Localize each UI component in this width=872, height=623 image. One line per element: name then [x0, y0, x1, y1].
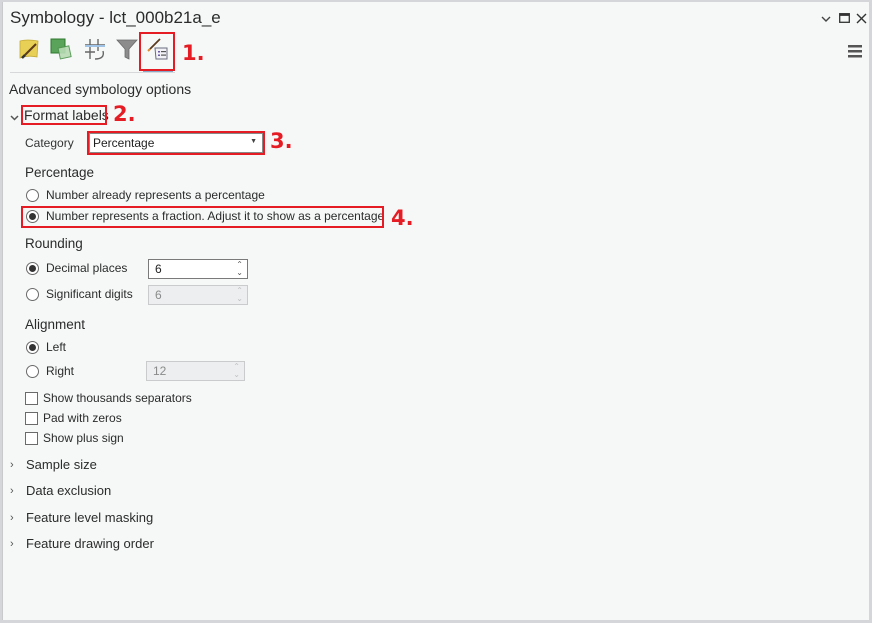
alignment-option-left[interactable]: Left — [26, 340, 66, 354]
callout-number-2: 2. — [113, 102, 136, 126]
callout-number-1: 1. — [182, 41, 205, 65]
section-label: Data exclusion — [26, 483, 112, 498]
chevron-right-icon: › — [10, 537, 14, 550]
radio-left[interactable] — [26, 340, 39, 354]
radio-right[interactable] — [26, 364, 39, 378]
callout-number-4: 4. — [391, 206, 414, 230]
right-alignment-width-input: 12 ⌃ ⌄ — [146, 361, 245, 381]
symbol-layer-drawing-tab[interactable] — [82, 36, 108, 62]
section-label: Sample size — [26, 457, 97, 472]
chevron-right-icon: › — [10, 511, 14, 524]
option-label: Right — [46, 364, 75, 378]
pane-title: Symbology - lct_000b21a_e — [10, 8, 221, 27]
checkbox[interactable] — [25, 411, 38, 425]
section-label: Feature drawing order — [26, 536, 154, 551]
callout-box-1 — [139, 32, 175, 71]
checkbox-label: Show plus sign — [43, 431, 124, 445]
spin-arrows-icon: ⌃ ⌄ — [233, 362, 240, 379]
alignment-option-right[interactable]: Right — [26, 364, 74, 378]
checkbox-label: Show thousands separators — [43, 391, 192, 405]
spin-value: 12 — [153, 364, 167, 378]
chevron-right-icon: › — [10, 458, 14, 471]
alignment-heading: Alignment — [25, 317, 86, 332]
percentage-option-already[interactable]: Number already represents a percentage — [26, 188, 265, 202]
spin-arrows-icon: ⌃ ⌄ — [236, 286, 243, 303]
checkbox-thousands-separators[interactable]: Show thousands separators — [25, 391, 192, 405]
section-data-exclusion[interactable]: › Data exclusion — [10, 483, 111, 498]
advanced-symbology-heading: Advanced symbology options — [9, 81, 192, 97]
option-label: Decimal places — [46, 261, 128, 275]
option-label: Left — [46, 340, 67, 354]
callout-box-3 — [87, 131, 265, 155]
checkbox-pad-zeros[interactable]: Pad with zeros — [25, 411, 122, 425]
maximize-icon[interactable] — [836, 10, 852, 26]
category-label: Category — [25, 136, 74, 150]
section-feature-drawing-order[interactable]: › Feature drawing order — [10, 536, 154, 551]
chevron-down-icon[interactable] — [10, 108, 20, 121]
chevron-right-icon: › — [10, 484, 14, 497]
decimal-places-input[interactable]: 6 ⌃ ⌄ — [148, 259, 248, 279]
option-label: Number already represents a percentage — [46, 188, 265, 202]
symbology-pane: Symbology - lct_000b21a_e 1. Advanced sy… — [2, 2, 869, 620]
spin-value: 6 — [155, 262, 162, 276]
option-label: Significant digits — [46, 287, 133, 301]
section-sample-size[interactable]: › Sample size — [10, 457, 97, 472]
callout-number-3: 3. — [270, 129, 293, 153]
rounding-option-significant[interactable]: Significant digits — [26, 287, 133, 301]
chevron-down-icon[interactable] — [818, 11, 834, 27]
checkbox[interactable] — [25, 431, 38, 445]
primary-symbology-tab[interactable] — [16, 36, 42, 62]
percentage-heading: Percentage — [25, 165, 95, 180]
radio-significant-digits[interactable] — [26, 287, 39, 301]
checkbox[interactable] — [25, 391, 38, 405]
toolbar-divider — [10, 72, 175, 73]
filter-tab[interactable] — [114, 36, 140, 62]
section-label: Feature level masking — [26, 510, 154, 525]
section-feature-level-masking[interactable]: › Feature level masking — [10, 510, 153, 525]
vary-symbology-tab[interactable] — [48, 36, 74, 62]
callout-box-2 — [21, 105, 107, 125]
callout-box-4 — [21, 206, 384, 228]
overlapping-squares-icon — [50, 38, 72, 60]
radio-decimal-places[interactable] — [26, 261, 39, 275]
checkbox-plus-sign[interactable]: Show plus sign — [25, 431, 124, 445]
close-icon[interactable] — [853, 10, 869, 26]
paintbrush-polygon-icon — [19, 39, 39, 59]
grid-hash-icon — [85, 39, 105, 60]
significant-digits-input: 6 ⌃ ⌄ — [148, 285, 248, 305]
rounding-option-decimal[interactable]: Decimal places — [26, 261, 127, 275]
spin-arrows-icon[interactable]: ⌃ ⌄ — [236, 261, 243, 277]
hamburger-menu-icon[interactable] — [848, 45, 862, 58]
spin-value: 6 — [155, 288, 162, 302]
checkbox-label: Pad with zeros — [43, 411, 122, 425]
radio-already-percentage[interactable] — [26, 188, 39, 202]
funnel-icon — [116, 39, 138, 60]
rounding-heading: Rounding — [25, 236, 83, 251]
